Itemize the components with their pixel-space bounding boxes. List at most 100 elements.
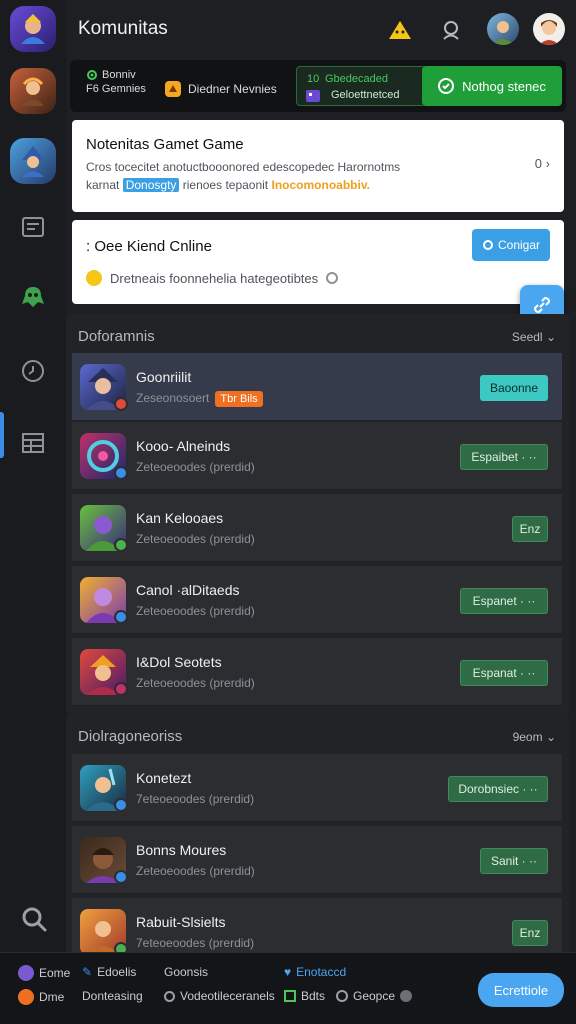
server-avatar-main[interactable] [10, 6, 56, 52]
announcement-desc-line2: karnat Donosgty rienoes tepaonit Inocomo… [86, 176, 516, 194]
section-2-sort[interactable]: 9eom ⌄ [513, 730, 556, 744]
game-action-button[interactable]: Enz [512, 920, 548, 946]
banner-group-b[interactable]: Diedner Nevnies [164, 80, 277, 98]
banner-c-label1: Gbedecaded [325, 73, 388, 85]
bottom-item-edit-label: Edoelis [97, 965, 137, 979]
online-status-text: Dretneais foonnehelia hategeotibtes [110, 270, 319, 286]
bottom-item-video[interactable]: Vodeotileceranels [164, 989, 275, 1003]
list-item[interactable]: Goonriilit Zeseonosoert Tbr Bils Baoonne [72, 353, 562, 421]
rail-active-indicator [0, 412, 4, 458]
game-action-button[interactable]: Enz [512, 516, 548, 542]
game-action-button[interactable]: Espanat · ·· [460, 660, 548, 686]
profile-avatar-game[interactable] [487, 13, 519, 45]
list-item[interactable]: I&Dol Seotets Zeteoeoodes (prerdid) Espa… [72, 638, 562, 706]
bottom-item-featured[interactable]: ♥ Enotaccd [284, 965, 346, 979]
chevron-down-icon: ⌄ [545, 330, 556, 344]
banner-a-line2: F6 Gemnies [86, 83, 146, 95]
hero-avatar-icon [21, 14, 45, 44]
left-rail [0, 0, 66, 960]
warrior-avatar-icon [22, 77, 44, 106]
status-banner: Bonniv F6 Gemnies Diedner Nevnies 10 Gbe… [70, 60, 566, 112]
list-item[interactable]: Konetezt 7eteoeoodes (prerdid) Dorobnsie… [72, 754, 562, 822]
game-subtitle: Zeseonosoert Tbr Bils [136, 391, 263, 407]
game-name: Canol ·alDitaeds [136, 582, 240, 598]
announcement-desc-pre: karnat [86, 178, 120, 192]
section-1-sort[interactable]: Seedl ⌄ [512, 330, 556, 344]
bottom-item-goals[interactable]: Goonsis [164, 965, 208, 979]
document-icon[interactable] [10, 204, 56, 250]
configure-button-label: Conigar [497, 238, 541, 252]
alien-icon[interactable] [10, 274, 56, 320]
warning-icon[interactable] [384, 14, 416, 46]
list-item[interactable]: Kan Kelooaes Zeteoeoodes (prerdid) Enz [72, 494, 562, 562]
game-name: Kan Kelooaes [136, 510, 224, 526]
bottom-item-bdts[interactable]: Bdts [284, 989, 325, 1003]
profile-avatar-user[interactable] [533, 13, 565, 45]
list-item[interactable]: Rabuit-Slsielts 7eteoeoodes (prerdid) En… [72, 898, 562, 956]
user-search-icon[interactable] [436, 14, 468, 46]
status-badge [114, 610, 128, 624]
game-action-button[interactable]: Dorobnsiec · ·· [448, 776, 548, 802]
game-name: Bonns Moures [136, 842, 227, 858]
bottom-item-bdts-label: Bdts [301, 989, 326, 1003]
link-icon [533, 296, 551, 314]
circle-icon [336, 990, 348, 1002]
list-item[interactable]: Canol ·alDitaeds Zeteoeoodes (prerdid) E… [72, 566, 562, 634]
game-action-button[interactable]: Baoonne [480, 375, 548, 401]
banner-action-button[interactable]: Nothog stenec [422, 66, 562, 106]
games-section-1: Doforamnis Seedl ⌄ Goonriilit Zeseonosoe… [66, 314, 570, 714]
bottom-item-dme[interactable]: Dme [18, 989, 64, 1005]
banner-group-a: Bonniv F6 Gemnies [86, 68, 146, 96]
gear-icon [87, 70, 97, 80]
search-icon[interactable] [20, 905, 48, 933]
configure-button[interactable]: Conigar [472, 229, 550, 261]
info-icon[interactable] [326, 272, 339, 284]
image-icon [306, 90, 320, 102]
bottom-item-home[interactable]: Eome [18, 965, 70, 981]
bottom-item-geopce[interactable]: Geopce [336, 989, 413, 1003]
announcement-description: Cros tocecitet anotuctbooonored edescope… [86, 158, 516, 194]
chevron-down-icon: ⌄ [545, 730, 556, 744]
status-badge [114, 798, 128, 812]
game-action-button[interactable]: Espaibet · ·· [460, 444, 548, 470]
grid-table-icon[interactable] [10, 420, 56, 466]
bottom-item-video-label: Vodeotileceranels [180, 989, 275, 1003]
smile-emoji-icon [86, 270, 102, 286]
game-subtitle: Zeteoeoodes (prerdid) [136, 864, 255, 878]
announcement-card[interactable]: Notenitas Gamet Game Cros tocecitet anot… [72, 120, 564, 212]
clock-icon[interactable] [10, 348, 56, 394]
game-action-button[interactable]: Sanit · ·· [480, 848, 548, 874]
check-circle-icon [438, 78, 455, 94]
chevron-right-icon: › [545, 156, 550, 171]
globe-icon [400, 990, 413, 1002]
banner-c-number: 10 [307, 73, 320, 85]
status-badge [114, 466, 128, 480]
game-subtitle: 7eteoeoodes (prerdid) [136, 792, 255, 806]
online-status-card[interactable]: : Oee Kiend Cnline Dretneais foonnehelia… [72, 220, 564, 304]
game-action-button[interactable]: Espanet · ·· [460, 588, 548, 614]
bottom-item-goals-label: Goonsis [164, 965, 209, 979]
banner-group-c[interactable]: 10 Gbedecaded Geloettnetced [296, 66, 426, 106]
announcement-chip[interactable]: Donosgty [122, 178, 180, 192]
list-item[interactable]: Kooo- Alneinds Zeteoeoodes (prerdid) Esp… [72, 422, 562, 490]
calendar-grid-icon [284, 990, 296, 1002]
bottom-item-geopce-label: Geopce [353, 989, 396, 1003]
bottom-item-streaming-label: Donteasing [82, 989, 143, 1003]
announcement-count[interactable]: 0 › [535, 156, 550, 171]
heart-icon: ♥ [284, 965, 292, 979]
server-avatar-3[interactable] [10, 138, 56, 184]
server-avatar-2[interactable] [10, 68, 56, 114]
pencil-icon: ✎ [82, 965, 93, 979]
bottom-item-featured-label: Enotaccd [296, 965, 347, 979]
online-status-title: : Oee Kiend Cnline [86, 238, 212, 255]
list-item[interactable]: Bonns Moures Zeteoeoodes (prerdid) Sanit… [72, 826, 562, 894]
bottom-item-edit[interactable]: ✎ Edoelis [82, 965, 136, 979]
bottom-item-streaming[interactable]: Donteasing [82, 989, 143, 1003]
status-badge [114, 682, 128, 696]
banner-a-line1: Bonniv [102, 69, 136, 81]
section-2-sort-label: 9eom [512, 730, 543, 744]
top-header: Komunitas [66, 0, 576, 60]
gear-small-icon [164, 990, 175, 1002]
bottom-action-button[interactable]: Ecrettiole [478, 973, 564, 1007]
announcement-count-value: 0 [534, 156, 543, 171]
